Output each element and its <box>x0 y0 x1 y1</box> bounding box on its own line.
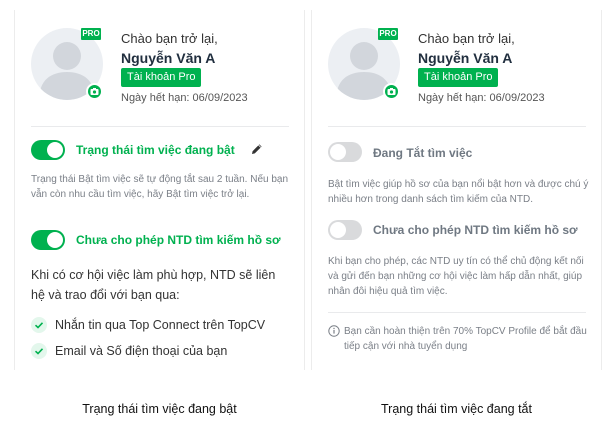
list-item-label: Nhắn tin qua Top Connect trên TopCV <box>55 318 266 332</box>
divider <box>328 126 586 127</box>
toggle-knob <box>330 144 346 160</box>
list-item: Nhắn tin qua Top Connect trên TopCV <box>31 317 265 333</box>
job-search-note: Bật tìm việc giúp hồ sơ của bạn nổi bật … <box>328 179 589 205</box>
pro-badge: PRO <box>81 28 101 40</box>
employer-search-toggle[interactable] <box>328 220 362 240</box>
camera-icon[interactable] <box>383 83 400 100</box>
account-badge: Tài khoản Pro <box>418 68 499 87</box>
check-icon <box>31 343 47 359</box>
user-name: Nguyễn Văn A <box>418 50 513 66</box>
job-search-note: Trạng thái Bật tìm việc sẽ tự động tắt s… <box>31 174 289 200</box>
profile-hint: Bạn cần hoàn thiện trên 70% TopCV Profil… <box>328 324 590 354</box>
job-search-toggle[interactable] <box>328 142 362 162</box>
expiry-date: Ngày hết hạn: 06/09/2023 <box>418 92 545 104</box>
job-search-label: Trạng thái tìm việc đang bật <box>76 143 235 157</box>
toggle-knob <box>330 222 346 238</box>
profile-hint-text: Bạn cần hoàn thiện trên 70% TopCV Profil… <box>344 326 587 352</box>
caption-right: Trạng thái tìm việc đang tắt <box>380 402 532 416</box>
expiry-date: Ngày hết hạn: 06/09/2023 <box>121 92 248 104</box>
divider <box>31 126 289 127</box>
avatar[interactable]: PRO <box>328 28 400 100</box>
employer-search-label: Chưa cho phép NTD tìm kiếm hồ sơ <box>76 233 281 247</box>
job-search-toggle[interactable] <box>31 140 65 160</box>
job-search-label: Đang Tắt tìm việc <box>373 146 473 160</box>
employer-note: Khi bạn cho phép, các NTD uy tín có thể … <box>328 256 584 297</box>
toggle-knob <box>47 232 63 248</box>
check-icon <box>31 317 47 333</box>
greeting: Chào bạn trở lại, <box>121 31 218 46</box>
profile-card-job-search-off: PRO Chào bạn trở lại, Nguyễn Văn A Tài k… <box>311 10 602 370</box>
list-item: Email và Số điện thoại của bạn <box>31 343 227 359</box>
user-name: Nguyễn Văn A <box>121 50 216 66</box>
camera-icon[interactable] <box>86 83 103 100</box>
profile-card-job-search-on: PRO Chào bạn trở lại, Nguyễn Văn A Tài k… <box>14 10 305 370</box>
employer-search-label: Chưa cho phép NTD tìm kiếm hồ sơ <box>373 223 578 237</box>
contact-intro: Khi có cơ hội việc làm phù hợp, NTD sẽ l… <box>31 268 276 302</box>
employer-search-toggle[interactable] <box>31 230 65 250</box>
list-item-label: Email và Số điện thoại của bạn <box>55 344 228 358</box>
info-icon <box>328 325 340 337</box>
toggle-knob <box>47 142 63 158</box>
caption-left: Trạng thái tìm việc đang bật <box>82 402 237 416</box>
greeting: Chào bạn trở lại, <box>418 31 515 46</box>
edit-icon[interactable] <box>251 143 263 155</box>
account-badge: Tài khoản Pro <box>121 68 202 87</box>
pro-badge: PRO <box>378 28 398 40</box>
divider <box>328 312 586 313</box>
avatar[interactable]: PRO <box>31 28 103 100</box>
